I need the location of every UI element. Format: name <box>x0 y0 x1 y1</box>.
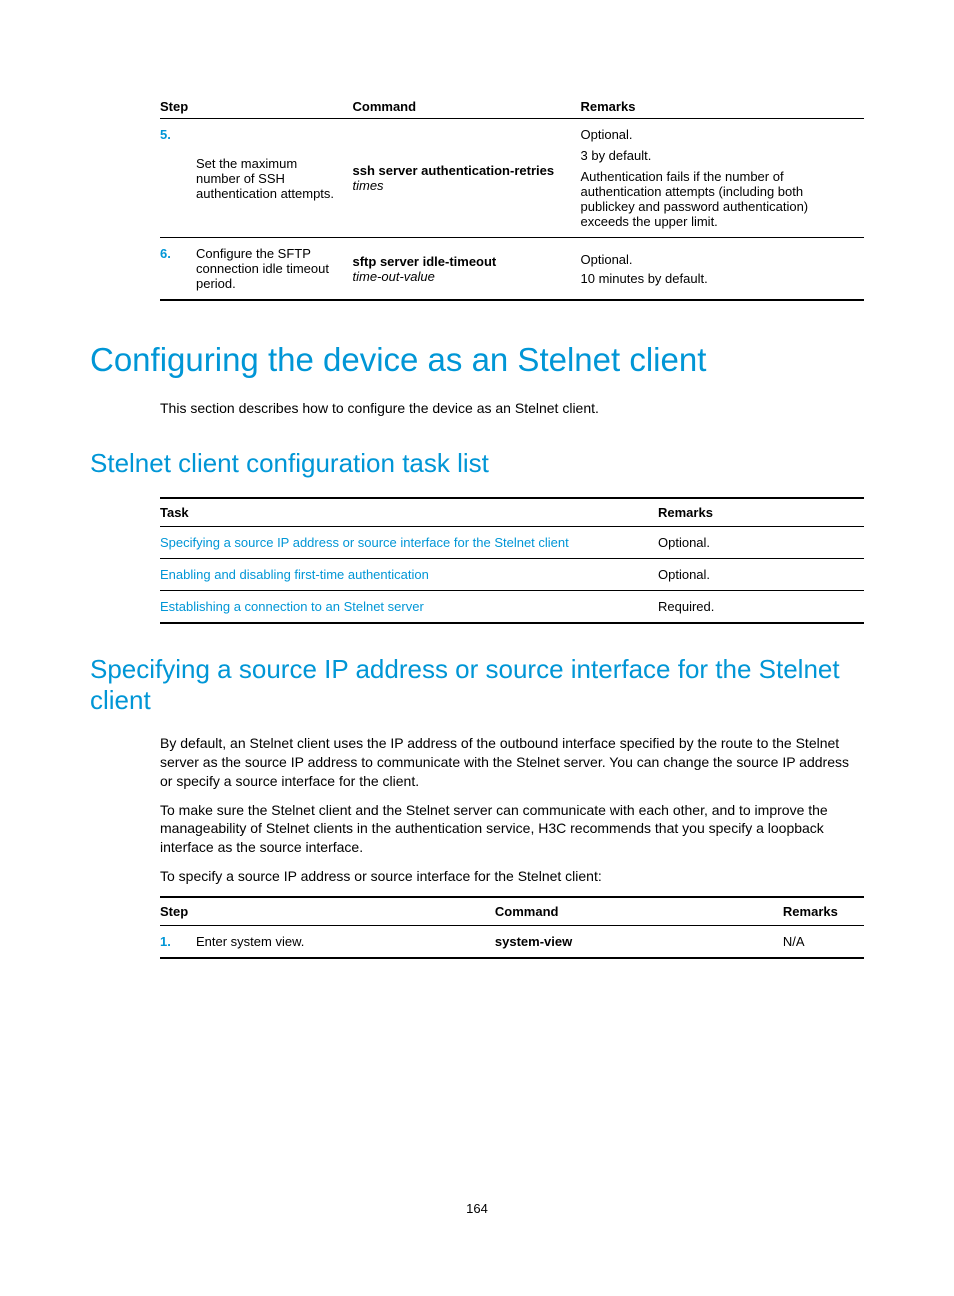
remarks-cell: Optional. 3 by default. Authentication f… <box>581 119 865 238</box>
remarks-cell: Required. <box>658 590 864 623</box>
document-page: Step Command Remarks 5. Set the maximum … <box>0 0 954 1296</box>
table-row: Enabling and disabling first-time authen… <box>160 558 864 590</box>
task-link[interactable]: Enabling and disabling first-time authen… <box>160 558 658 590</box>
remarks-line: Optional. <box>581 127 857 142</box>
remarks-cell: Optional. 10 minutes by default. <box>581 238 865 301</box>
step-command-table-2: Step Command Remarks 1. Enter system vie… <box>160 896 864 959</box>
body-paragraph: To specify a source IP address or source… <box>160 867 864 886</box>
step-command-table-1: Step Command Remarks 5. Set the maximum … <box>160 95 864 301</box>
command-cell: ssh server authentication-retries times <box>353 119 581 238</box>
remarks-line: Optional. <box>581 252 857 267</box>
table-row: Establishing a connection to an Stelnet … <box>160 590 864 623</box>
table-header: Remarks <box>783 897 864 926</box>
body-paragraph: By default, an Stelnet client uses the I… <box>160 734 864 791</box>
task-link[interactable]: Specifying a source IP address or source… <box>160 526 658 558</box>
command-arg: time-out-value <box>353 269 435 284</box>
remarks-cell: N/A <box>783 926 864 959</box>
task-link[interactable]: Establishing a connection to an Stelnet … <box>160 590 658 623</box>
step-number: 1. <box>160 926 196 959</box>
command-bold: ssh server authentication-retries <box>353 163 555 178</box>
remarks-line: 10 minutes by default. <box>581 271 857 286</box>
remarks-cell: Optional. <box>658 526 864 558</box>
heading-h2: Stelnet client configuration task list <box>90 448 864 479</box>
table-header: Command <box>495 897 783 926</box>
step-number: 5. <box>160 119 196 238</box>
table-row: Specifying a source IP address or source… <box>160 526 864 558</box>
remarks-cell: Optional. <box>658 558 864 590</box>
body-paragraph: This section describes how to configure … <box>160 399 864 418</box>
command-bold: sftp server idle-timeout <box>353 254 497 269</box>
table-header: Command <box>353 95 581 119</box>
body-paragraph: To make sure the Stelnet client and the … <box>160 801 864 858</box>
heading-h2: Specifying a source IP address or source… <box>90 654 864 716</box>
command-arg: times <box>353 178 384 193</box>
table-header: Remarks <box>581 95 865 119</box>
table-row: 5. Set the maximum number of SSH authent… <box>160 119 864 238</box>
table-row: 6. Configure the SFTP connection idle ti… <box>160 238 864 301</box>
step-description: Enter system view. <box>196 926 495 959</box>
table-header: Remarks <box>658 498 864 527</box>
remarks-line: 3 by default. <box>581 148 857 163</box>
step-description: Configure the SFTP connection idle timeo… <box>196 238 353 301</box>
remarks-line: Authentication fails if the number of au… <box>581 169 857 229</box>
task-list-table: Task Remarks Specifying a source IP addr… <box>160 497 864 624</box>
step-number: 6. <box>160 238 196 301</box>
command-cell: sftp server idle-timeout time-out-value <box>353 238 581 301</box>
heading-h1: Configuring the device as an Stelnet cli… <box>90 341 864 379</box>
table-header: Task <box>160 498 658 527</box>
page-number: 164 <box>0 1201 954 1216</box>
table-row: 1. Enter system view. system-view N/A <box>160 926 864 959</box>
table-header: Step <box>160 95 353 119</box>
table-header: Step <box>160 897 495 926</box>
step-description: Set the maximum number of SSH authentica… <box>196 119 353 238</box>
command-bold: system-view <box>495 926 783 959</box>
